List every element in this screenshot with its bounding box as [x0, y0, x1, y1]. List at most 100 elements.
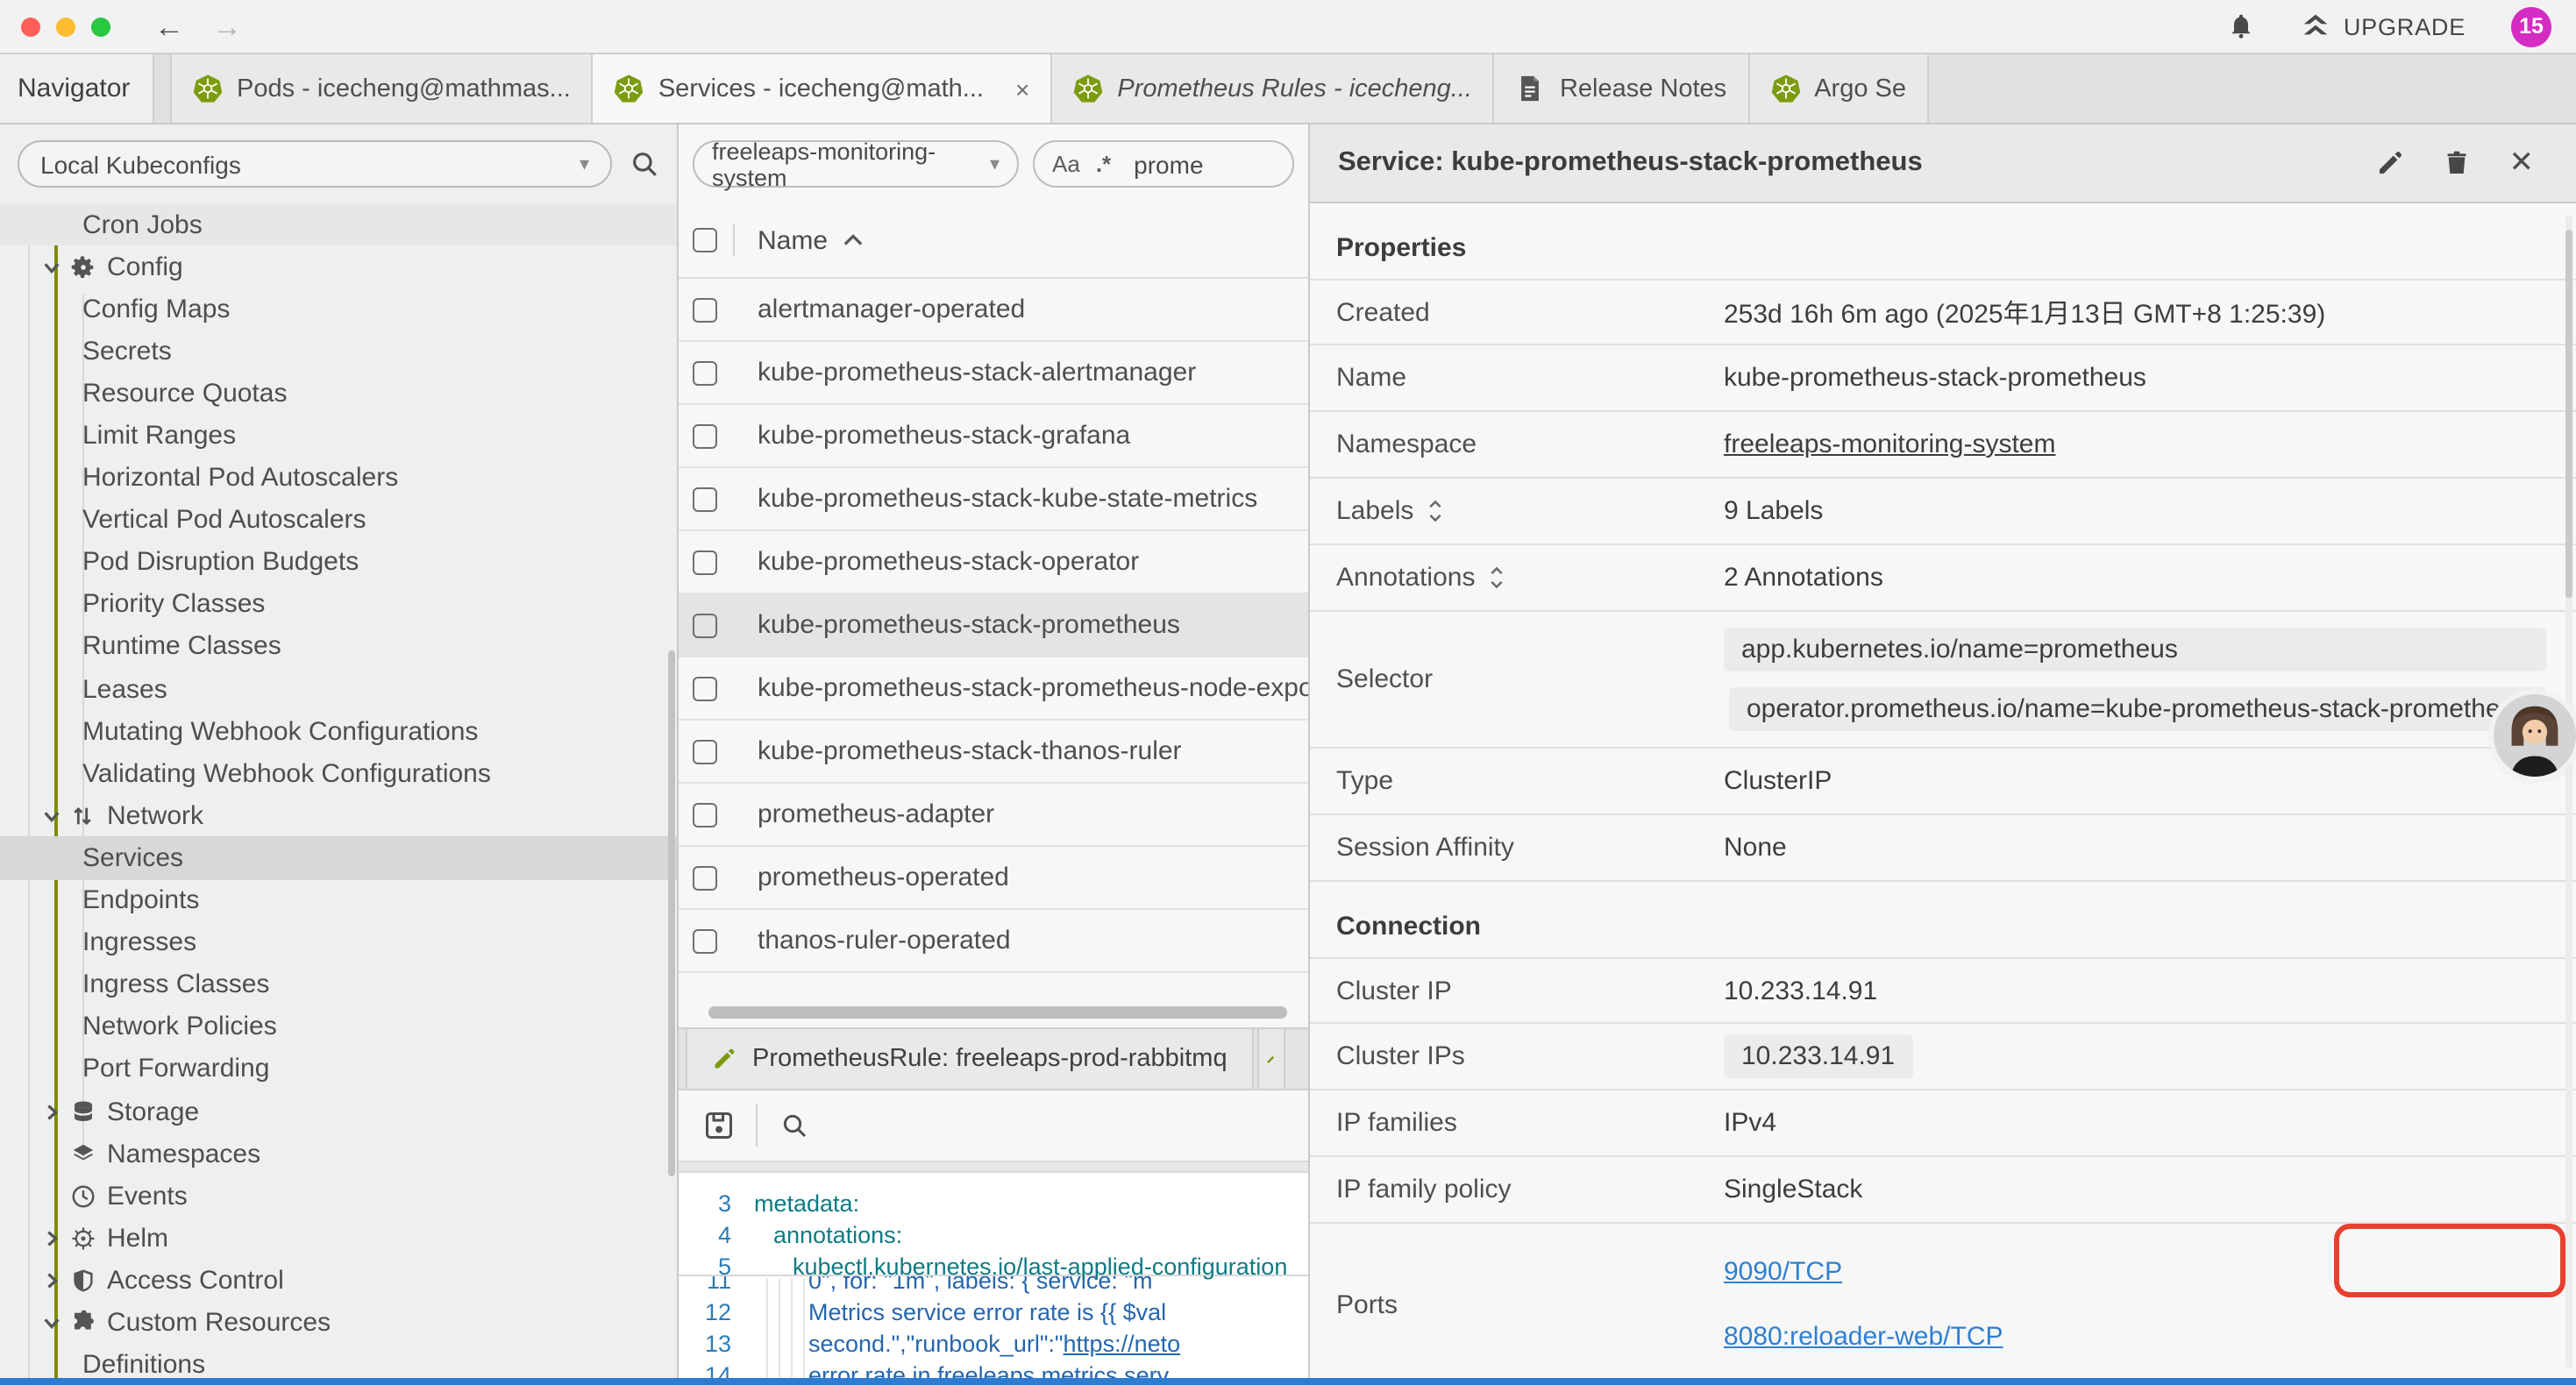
editor-tab-next[interactable]	[1257, 1029, 1285, 1089]
select-all-checkbox[interactable]	[693, 228, 717, 252]
regex-toggle[interactable]: .*	[1096, 151, 1111, 177]
sidebar-item-resource-quotas[interactable]: Resource Quotas	[0, 373, 677, 415]
tab-prometheus-rules-icecheng[interactable]: Prometheus Rules - icecheng...	[1052, 54, 1495, 123]
name-column-header[interactable]: Name	[758, 225, 828, 255]
chevron-down-icon[interactable]	[42, 806, 63, 826]
port-link[interactable]: 8080:reloader-web/TCP	[1724, 1322, 2003, 1352]
tab-pods-icecheng-mathmas[interactable]: Pods - icecheng@mathmas...	[170, 54, 594, 123]
editor-tab-prometheusrule[interactable]: PrometheusRule: freeleaps-prod-rabbitmq	[686, 1029, 1254, 1089]
table-search-input[interactable]: Aa .* prome	[1033, 140, 1294, 188]
chevron-right-icon[interactable]	[42, 1229, 63, 1248]
sidebar-item-namespaces[interactable]: Namespaces	[0, 1133, 677, 1175]
sidebar-item-leases[interactable]: Leases	[0, 668, 677, 710]
sidebar-item-runtime-classes[interactable]: Runtime Classes	[0, 626, 677, 668]
sidebar-item-network-policies[interactable]: Network Policies	[0, 1006, 677, 1048]
table-row[interactable]: prometheus-adapter	[679, 784, 1308, 847]
avatar[interactable]	[2494, 694, 2576, 777]
sidebar-item-storage[interactable]: Storage	[0, 1090, 677, 1133]
sidebar-item-port-forwarding[interactable]: Port Forwarding	[0, 1048, 677, 1090]
table-row[interactable]: thanos-ruler-operated	[679, 910, 1308, 973]
tab-release-notes[interactable]: Release Notes	[1495, 54, 1749, 123]
table-row[interactable]: kube-prometheus-stack-operator	[679, 531, 1308, 594]
sidebar-item-definitions[interactable]: Definitions	[0, 1344, 677, 1378]
row-checkbox[interactable]	[693, 360, 717, 385]
sidebar-search-icon[interactable]	[630, 149, 659, 179]
sort-updown-icon[interactable]	[1427, 500, 1443, 522]
sidebar-item-custom-resources[interactable]: Custom Resources	[0, 1302, 677, 1344]
sidebar-item-secrets[interactable]: Secrets	[0, 330, 677, 373]
sidebar-item-limit-ranges[interactable]: Limit Ranges	[0, 415, 677, 457]
sidebar-item-ingress-classes[interactable]: Ingress Classes	[0, 963, 677, 1005]
sidebar-scrollbar[interactable]	[668, 650, 675, 1176]
bell-icon[interactable]	[2228, 12, 2256, 40]
table-row[interactable]: prometheus-operated	[679, 847, 1308, 910]
notification-badge[interactable]: 15	[2511, 6, 2551, 46]
panel-divider[interactable]	[1308, 124, 1310, 1378]
upgrade-button[interactable]: UPGRADE	[2302, 12, 2466, 40]
row-checkbox[interactable]	[693, 613, 717, 637]
panel-divider[interactable]	[677, 124, 679, 1378]
sidebar-item-cron-jobs[interactable]: Cron Jobs	[0, 203, 677, 245]
sidebar-item-network[interactable]: Network	[0, 795, 677, 837]
sidebar-item-events[interactable]: Events	[0, 1175, 677, 1217]
forward-arrow-icon[interactable]: →	[212, 11, 242, 41]
window-minimize-button[interactable]	[56, 17, 75, 36]
row-checkbox[interactable]	[693, 550, 717, 574]
window-zoom-button[interactable]	[91, 17, 110, 36]
row-checkbox[interactable]	[693, 802, 717, 827]
row-checkbox[interactable]	[693, 487, 717, 511]
namespace-select[interactable]: freeleaps-monitoring-system ▾	[693, 140, 1019, 188]
save-icon[interactable]	[703, 1110, 735, 1141]
table-row[interactable]: alertmanager-operated	[679, 279, 1308, 342]
trash-icon[interactable]	[2443, 149, 2471, 177]
row-checkbox[interactable]	[693, 423, 717, 448]
sidebar-item-ingresses[interactable]: Ingresses	[0, 921, 677, 963]
back-arrow-icon[interactable]: ←	[154, 11, 184, 41]
sort-updown-icon[interactable]	[1489, 566, 1505, 589]
yaml-editor[interactable]: 3metadata:4annotations:5kubectl.kubernet…	[679, 1173, 1308, 1378]
namespace-link[interactable]: freeleaps-monitoring-system	[1724, 430, 2056, 459]
table-horizontal-scrollbar[interactable]	[708, 1006, 1287, 1019]
kubeconfig-select[interactable]: Local Kubeconfigs ▾	[18, 140, 612, 188]
chevron-right-icon[interactable]	[42, 1102, 63, 1121]
sidebar-item-horizontal-pod-autoscalers[interactable]: Horizontal Pod Autoscalers	[0, 457, 677, 499]
table-row[interactable]: kube-prometheus-stack-kube-state-metrics	[679, 468, 1308, 531]
sidebar-item-pod-disruption-budgets[interactable]: Pod Disruption Budgets	[0, 542, 677, 584]
close-icon[interactable]: ✕	[2509, 146, 2535, 181]
tab-close-icon[interactable]: ×	[1015, 75, 1029, 103]
row-checkbox[interactable]	[693, 928, 717, 953]
tab-services-icecheng-math[interactable]: Services - icecheng@math...×	[594, 54, 1053, 123]
chevron-right-icon[interactable]	[42, 1271, 63, 1290]
sort-ascending-icon[interactable]	[843, 233, 863, 247]
sidebar-item-mutating-webhook-configurations[interactable]: Mutating Webhook Configurations	[0, 710, 677, 752]
row-checkbox[interactable]	[693, 676, 717, 700]
tab-argo-se[interactable]: Argo Se	[1749, 54, 1929, 123]
sidebar-item-endpoints[interactable]: Endpoints	[0, 879, 677, 921]
sidebar-item-services[interactable]: Services	[0, 837, 677, 879]
sidebar-item-validating-webhook-configurations[interactable]: Validating Webhook Configurations	[0, 752, 677, 794]
chevron-down-icon[interactable]	[42, 1313, 63, 1332]
sidebar-item-config[interactable]: Config	[0, 245, 677, 288]
row-checkbox[interactable]	[693, 297, 717, 322]
table-row[interactable]: kube-prometheus-stack-thanos-ruler	[679, 721, 1308, 784]
sidebar-item-config-maps[interactable]: Config Maps	[0, 288, 677, 330]
chevron-down-icon[interactable]	[42, 257, 63, 276]
window-close-button[interactable]	[21, 17, 40, 36]
port-link[interactable]: 9090/TCP	[1724, 1257, 1842, 1287]
navigator-panel-tab[interactable]: Navigator	[0, 54, 154, 123]
match-case-toggle[interactable]: Aa	[1052, 151, 1080, 177]
detail-scrollbar[interactable]	[2565, 216, 2572, 1367]
sidebar-item-access-control[interactable]: Access Control	[0, 1260, 677, 1302]
sidebar-item-priority-classes[interactable]: Priority Classes	[0, 584, 677, 626]
table-row[interactable]: kube-prometheus-stack-grafana	[679, 405, 1308, 468]
table-row[interactable]: kube-prometheus-stack-prometheus	[679, 594, 1308, 657]
table-row[interactable]: kube-prometheus-stack-prometheus-node-ex…	[679, 657, 1308, 721]
table-row[interactable]: kube-prometheus-stack-alertmanager	[679, 342, 1308, 405]
edit-pencil-icon[interactable]	[2376, 149, 2404, 177]
detail-row-label: Ports	[1336, 1289, 1724, 1319]
editor-search-icon[interactable]	[780, 1112, 808, 1140]
row-checkbox[interactable]	[693, 865, 717, 890]
row-checkbox[interactable]	[693, 739, 717, 764]
sidebar-item-vertical-pod-autoscalers[interactable]: Vertical Pod Autoscalers	[0, 499, 677, 541]
sidebar-item-helm[interactable]: Helm	[0, 1218, 677, 1260]
